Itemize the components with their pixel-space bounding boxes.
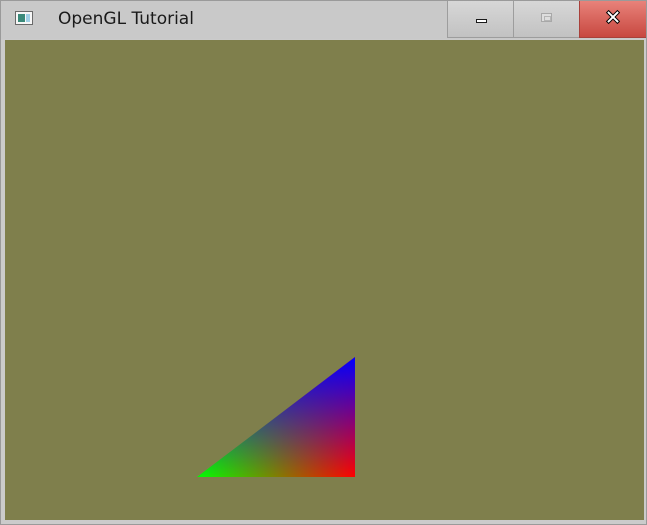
- close-button[interactable]: [579, 1, 646, 38]
- minimize-button[interactable]: [447, 1, 513, 38]
- window-title: OpenGL Tutorial: [58, 9, 194, 29]
- opengl-viewport[interactable]: [5, 40, 644, 520]
- app-icon-pane-left: [18, 14, 25, 22]
- minimize-icon: [476, 19, 487, 23]
- title-bar[interactable]: OpenGL Tutorial: [1, 1, 646, 39]
- close-icon: [605, 9, 621, 25]
- rgb-triangle-blue-blend: [197, 357, 355, 477]
- maximize-icon: [541, 13, 552, 22]
- window-app-icon[interactable]: [15, 11, 33, 25]
- application-window: OpenGL Tutorial: [0, 0, 647, 525]
- app-icon-pane-right: [26, 14, 30, 22]
- viewport-canvas: [197, 357, 355, 477]
- maximize-button[interactable]: [513, 1, 579, 38]
